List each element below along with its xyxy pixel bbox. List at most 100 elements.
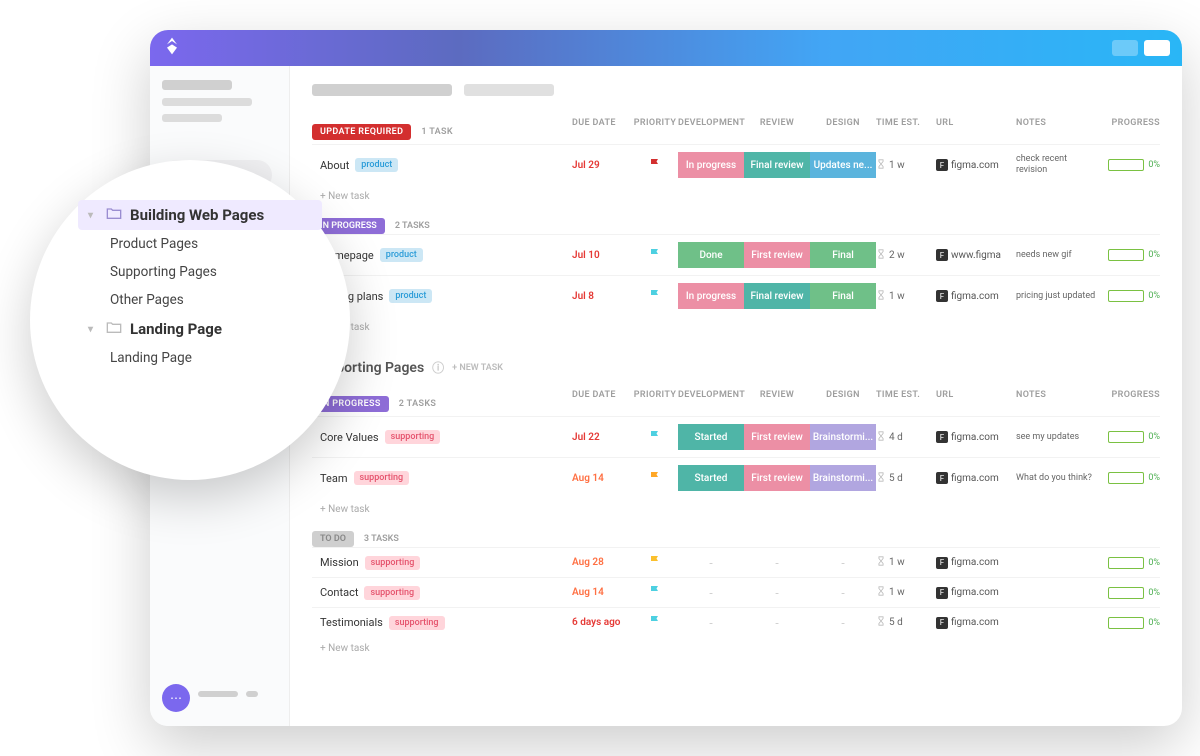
task-row[interactable]: Testimonialssupporting6 days ago---5 dFf…	[312, 607, 1160, 637]
priority-flag[interactable]	[632, 555, 678, 570]
stage-development[interactable]: In progress	[678, 283, 744, 309]
notes-cell[interactable]: check recent revision	[1016, 154, 1100, 176]
priority-flag[interactable]	[632, 471, 678, 486]
progress-cell[interactable]: 0%	[1100, 587, 1160, 599]
due-date[interactable]: Aug 14	[572, 587, 632, 598]
skeleton-line	[162, 98, 252, 106]
stage-design[interactable]: Final	[810, 283, 876, 309]
task-row[interactable]: ContactsupportingAug 14---1 wFfigma.com0…	[312, 577, 1160, 607]
notes-cell[interactable]: see my updates	[1016, 432, 1100, 443]
task-row[interactable]: AboutproductJul 29In progressFinal revie…	[312, 144, 1160, 185]
stage-development[interactable]: Started	[678, 424, 744, 450]
col-header-time: TIME EST.	[876, 118, 936, 140]
new-task-button[interactable]: + New task	[312, 316, 1160, 339]
task-row[interactable]: Core ValuessupportingJul 22StartedFirst …	[312, 416, 1160, 457]
status-pill-todo[interactable]: TO DO	[312, 531, 354, 547]
notes-cell[interactable]: needs new gif	[1016, 250, 1100, 261]
time-estimate[interactable]: 1 w	[876, 159, 936, 172]
time-estimate[interactable]: 5 d	[876, 616, 936, 629]
progress-cell[interactable]: 0%	[1100, 249, 1160, 261]
titlebar	[150, 30, 1182, 66]
time-estimate[interactable]: 5 d	[876, 472, 936, 485]
time-estimate[interactable]: 4 d	[876, 431, 936, 444]
stage-development[interactable]: Done	[678, 242, 744, 268]
url-cell[interactable]: Ffigma.com	[936, 472, 1016, 484]
url-cell[interactable]: Ffigma.com	[936, 557, 1016, 569]
stage-review[interactable]: First review	[744, 465, 810, 491]
due-date[interactable]: Jul 8	[572, 291, 632, 302]
url-cell[interactable]: Fwww.figma	[936, 249, 1016, 261]
time-estimate[interactable]: 1 w	[876, 586, 936, 599]
progress-cell[interactable]: 0%	[1100, 472, 1160, 484]
stage-review[interactable]: Final review	[744, 283, 810, 309]
notes-cell[interactable]: What do you think?	[1016, 473, 1100, 484]
task-tag[interactable]: product	[355, 158, 398, 172]
url-cell[interactable]: Ffigma.com	[936, 290, 1016, 302]
stage-design[interactable]: Brainstormi...	[810, 424, 876, 450]
due-date[interactable]: Jul 29	[572, 160, 632, 171]
sidebar-item-supporting-pages[interactable]: Supporting Pages	[78, 258, 322, 286]
new-task-button[interactable]: + New task	[312, 185, 1160, 208]
task-tag[interactable]: product	[380, 248, 423, 262]
priority-flag[interactable]	[632, 158, 678, 173]
chat-icon[interactable]: ⋯	[162, 684, 190, 712]
task-row[interactable]: TeamsupportingAug 14StartedFirst reviewB…	[312, 457, 1160, 498]
url-cell[interactable]: Ffigma.com	[936, 159, 1016, 171]
due-date[interactable]: Aug 14	[572, 473, 632, 484]
sidebar-item-building-web-pages[interactable]: ▾ Building Web Pages	[78, 200, 322, 230]
progress-cell[interactable]: 0%	[1100, 557, 1160, 569]
stage-development[interactable]: Started	[678, 465, 744, 491]
progress-cell[interactable]: 0%	[1100, 431, 1160, 443]
task-row[interactable]: HomepageproductJul 10DoneFirst reviewFin…	[312, 234, 1160, 275]
new-task-button[interactable]: + New task	[312, 498, 1160, 521]
new-task-button[interactable]: + New task	[312, 637, 1160, 660]
url-cell[interactable]: Ffigma.com	[936, 617, 1016, 629]
window-minimize[interactable]	[1112, 40, 1138, 56]
stage-design[interactable]: Final	[810, 242, 876, 268]
progress-cell[interactable]: 0%	[1100, 617, 1160, 629]
due-date[interactable]: Jul 22	[572, 432, 632, 443]
stage-design[interactable]: Brainstormi...	[810, 465, 876, 491]
sidebar-item-landing-page[interactable]: Landing Page	[78, 344, 322, 372]
task-tag[interactable]: supporting	[364, 586, 420, 600]
time-estimate[interactable]: 1 w	[876, 556, 936, 569]
priority-flag[interactable]	[632, 430, 678, 445]
new-task-link[interactable]: + NEW TASK	[452, 363, 503, 373]
progress-cell[interactable]: 0%	[1100, 290, 1160, 302]
notes-cell[interactable]: pricing just updated	[1016, 291, 1100, 302]
window-maximize[interactable]	[1144, 40, 1170, 56]
task-tag[interactable]: supporting	[365, 556, 421, 570]
progress-cell[interactable]: 0%	[1100, 159, 1160, 171]
priority-flag[interactable]	[632, 585, 678, 600]
priority-flag[interactable]	[632, 615, 678, 630]
task-row[interactable]: MissionsupportingAug 28---1 wFfigma.com0…	[312, 547, 1160, 577]
sidebar-item-landing-page-folder[interactable]: ▾ Landing Page	[78, 314, 322, 344]
status-pill-update-required[interactable]: UPDATE REQUIRED	[312, 124, 411, 140]
hourglass-icon	[876, 290, 886, 303]
stage-review[interactable]: First review	[744, 424, 810, 450]
skeleton-line	[162, 80, 232, 90]
time-estimate[interactable]: 2 w	[876, 249, 936, 262]
sidebar-item-product-pages[interactable]: Product Pages	[78, 230, 322, 258]
sidebar-item-other-pages[interactable]: Other Pages	[78, 286, 322, 314]
task-tag[interactable]: supporting	[385, 430, 441, 444]
url-cell[interactable]: Ffigma.com	[936, 431, 1016, 443]
due-date[interactable]: Aug 28	[572, 557, 632, 568]
stage-design[interactable]: Updates ne...	[810, 152, 876, 178]
stage-review[interactable]: Final review	[744, 152, 810, 178]
task-tag[interactable]: product	[389, 289, 432, 303]
task-row[interactable]: Pricing plansproductJul 8In progressFina…	[312, 275, 1160, 316]
priority-flag[interactable]	[632, 248, 678, 263]
col-header-review: REVIEW	[744, 118, 810, 140]
task-tag[interactable]: supporting	[389, 616, 445, 630]
due-date[interactable]: Jul 10	[572, 250, 632, 261]
task-name-label: Contact	[320, 586, 358, 599]
task-tag[interactable]: supporting	[354, 471, 410, 485]
url-cell[interactable]: Ffigma.com	[936, 587, 1016, 599]
time-estimate[interactable]: 1 w	[876, 290, 936, 303]
group-title-supporting-pages[interactable]: Supporting Pages ⓘ + NEW TASK	[312, 359, 1160, 376]
priority-flag[interactable]	[632, 289, 678, 304]
stage-review[interactable]: First review	[744, 242, 810, 268]
due-date[interactable]: 6 days ago	[572, 617, 632, 628]
stage-development[interactable]: In progress	[678, 152, 744, 178]
